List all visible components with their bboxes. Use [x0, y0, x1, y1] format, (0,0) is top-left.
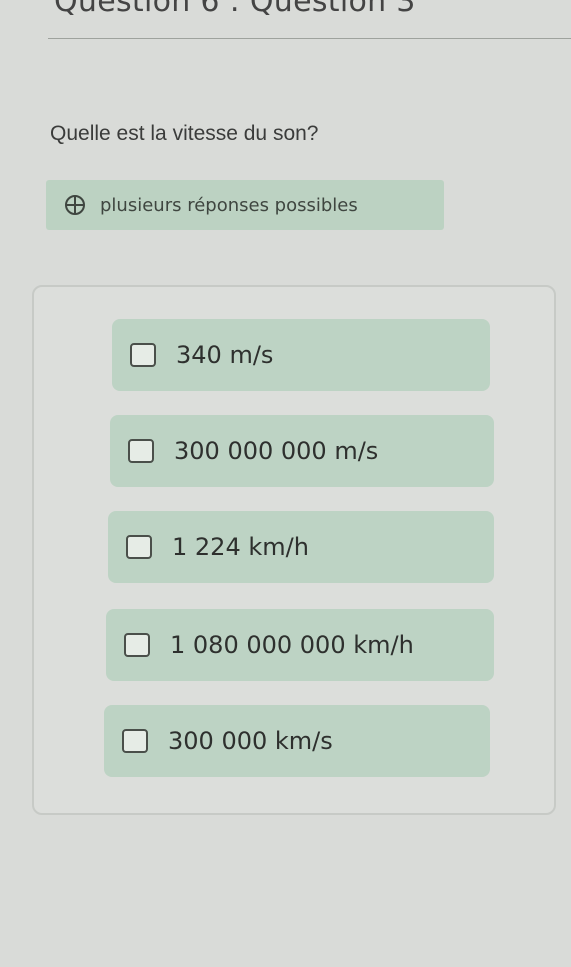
answer-option-label: 1 080 000 000 km/h	[170, 631, 414, 659]
question-text: Quelle est la vitesse du son?	[50, 122, 319, 145]
title-divider	[48, 38, 571, 39]
multiple-answers-badge: plusieurs réponses possibles	[46, 180, 444, 230]
page-title: Question 6 : Question 3	[54, 0, 416, 19]
answer-option-label: 300 000 000 m/s	[174, 437, 379, 465]
checkbox[interactable]	[126, 535, 152, 559]
answer-options-card: 340 m/s 300 000 000 m/s 1 224 km/h 1 080…	[32, 285, 556, 815]
checkbox[interactable]	[122, 729, 148, 753]
multiple-answers-label: plusieurs réponses possibles	[100, 194, 358, 216]
answer-option[interactable]: 1 080 000 000 km/h	[106, 609, 494, 681]
checkbox[interactable]	[128, 439, 154, 463]
answer-option[interactable]: 300 000 km/s	[104, 705, 490, 777]
crosshair-globe-icon	[64, 194, 86, 216]
answer-option-label: 340 m/s	[176, 341, 274, 369]
checkbox[interactable]	[130, 343, 156, 367]
answer-option[interactable]: 1 224 km/h	[108, 511, 494, 583]
answer-option[interactable]: 300 000 000 m/s	[110, 415, 494, 487]
checkbox[interactable]	[124, 633, 150, 657]
answer-option[interactable]: 340 m/s	[112, 319, 490, 391]
answer-option-label: 300 000 km/s	[168, 727, 333, 755]
answer-option-label: 1 224 km/h	[172, 533, 309, 561]
